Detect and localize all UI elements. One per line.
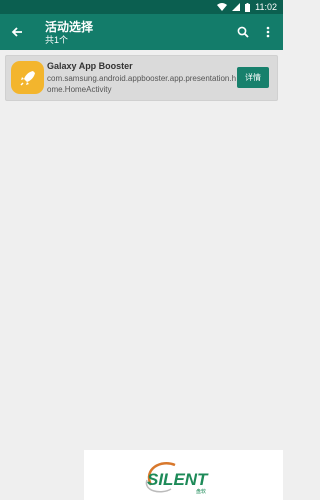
signal-icon [232,3,241,11]
page-subtitle: 共1个 [45,35,69,45]
app-bar: 活动选择 共1个 [0,14,283,50]
svg-text:盘软: 盘软 [196,488,206,495]
activity-package-name: com.samsung.android.appbooster.app.prese… [47,74,237,94]
svg-text:SILENT: SILENT [147,470,209,489]
back-arrow-icon [11,27,22,37]
page-title: 活动选择 [45,20,94,34]
activity-app-name: Galaxy App Booster [47,61,133,71]
activity-list-item[interactable]: Galaxy App Booster com.samsung.android.a… [5,55,278,101]
app-icon [11,61,44,94]
details-button[interactable]: 详情 [237,67,269,88]
more-vert-icon [266,26,270,38]
wifi-icon [217,3,228,11]
more-options-button[interactable] [261,23,275,41]
status-bar: 11:02 [0,0,283,14]
battery-icon [245,2,251,12]
search-icon [237,26,249,38]
status-time: 11:02 [255,2,277,12]
search-button[interactable] [234,23,252,41]
app-bar-titles: 活动选择 共1个 [45,21,93,46]
back-button[interactable] [7,22,27,42]
watermark-area: SILENT 盘软 [84,450,283,500]
silent-watermark-logo: SILENT 盘软 [145,462,209,495]
rocket-icon [19,70,35,86]
